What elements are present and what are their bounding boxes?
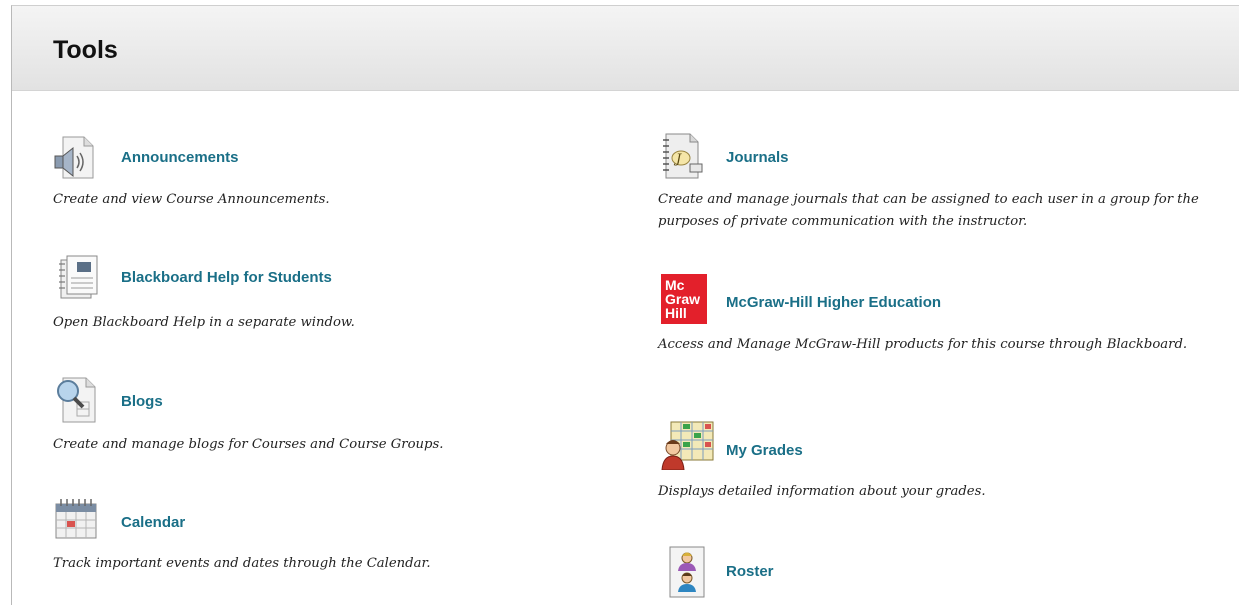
my-grades-description: Displays detailed information about your… (658, 484, 986, 499)
mcgraw-hill-description: Access and Manage McGraw-Hill products f… (658, 337, 1188, 352)
journals-description: Create and manage journals that can be a… (658, 192, 1199, 229)
mcgraw-hill-logo-icon: Mc Graw Hill (661, 274, 707, 324)
tools-header: Tools (12, 6, 1239, 91)
calendar-description: Track important events and dates through… (53, 556, 431, 571)
roster-link[interactable]: Roster (726, 563, 774, 580)
journal-notebook-icon: J (658, 132, 706, 180)
blackboard-help-description: Open Blackboard Help in a separate windo… (53, 315, 355, 330)
blogs-description: Create and manage blogs for Courses and … (53, 437, 444, 452)
calendar-link[interactable]: Calendar (121, 514, 185, 531)
calendar-icon (53, 496, 101, 544)
announcements-link[interactable]: Announcements (121, 149, 239, 166)
grades-chart-icon (661, 420, 715, 471)
blog-magnifier-icon (53, 376, 101, 424)
announcement-speaker-icon (53, 134, 101, 182)
blogs-link[interactable]: Blogs (121, 393, 163, 410)
blackboard-help-link[interactable]: Blackboard Help for Students (121, 269, 332, 286)
help-document-icon (53, 254, 101, 302)
announcements-description: Create and view Course Announcements. (53, 192, 330, 207)
my-grades-link[interactable]: My Grades (726, 442, 803, 459)
logo-text-hill: Hill (665, 305, 687, 321)
logo-text-graw: Graw (665, 291, 701, 307)
tools-panel: Tools Announcements Create and view Cour… (11, 5, 1239, 605)
journals-link[interactable]: Journals (726, 149, 789, 166)
page-title: Tools (53, 36, 118, 64)
mcgraw-hill-link[interactable]: McGraw-Hill Higher Education (726, 294, 941, 311)
roster-people-icon (668, 546, 708, 598)
logo-text-mc: Mc (665, 277, 685, 293)
